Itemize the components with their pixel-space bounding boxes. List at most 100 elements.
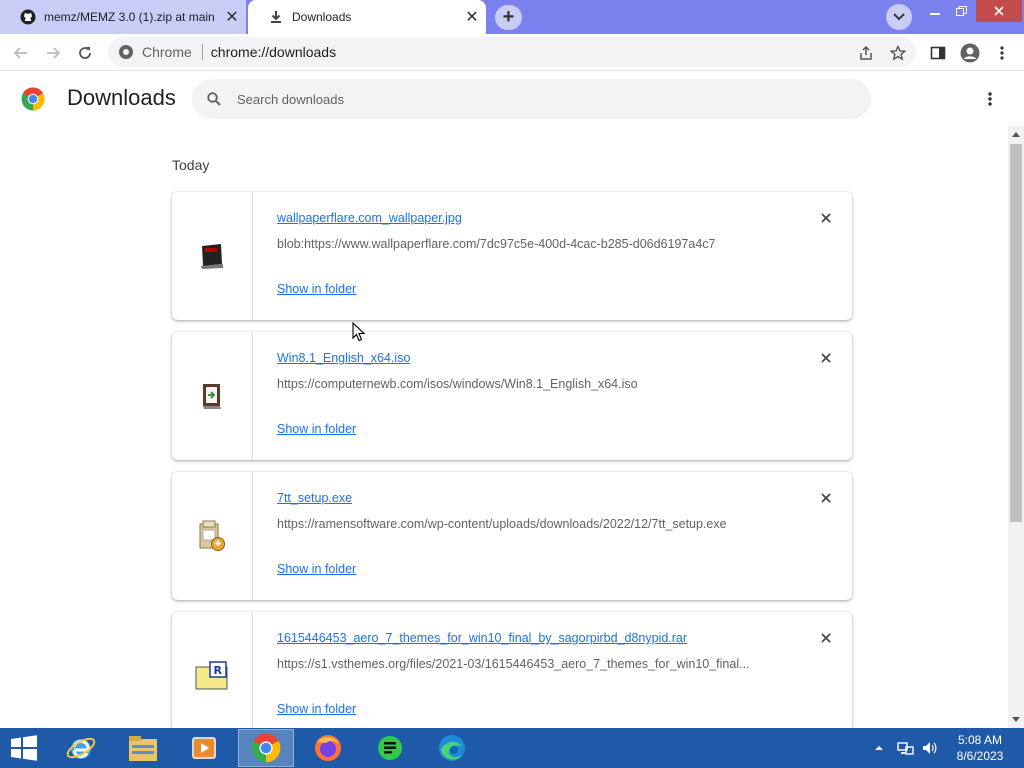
forward-arrow-icon [47, 47, 61, 59]
file-explorer-icon [129, 736, 157, 761]
scrollbar-thumb[interactable] [1010, 144, 1022, 522]
sheets-icon [378, 736, 402, 760]
download-source-url[interactable]: blob:https://www.wallpaperflare.com/7dc9… [277, 237, 715, 251]
close-icon [994, 6, 1004, 16]
omnibox-divider [201, 44, 203, 60]
iso-file-icon [203, 384, 221, 409]
file-icon-column [172, 332, 253, 460]
close-icon [821, 493, 831, 503]
file-icon-column [172, 472, 253, 600]
bookmark-button[interactable] [885, 40, 911, 66]
github-icon [20, 9, 36, 25]
clock-date: 8/6/2023 [956, 749, 1004, 763]
tab-downloads[interactable]: Downloads ✕ [248, 0, 486, 34]
rar-file-icon: R [195, 661, 228, 690]
internet-explorer-icon [66, 737, 96, 759]
restore-button[interactable] [946, 0, 976, 22]
back-button[interactable] [8, 40, 34, 66]
download-item: wallpaperflare.com_wallpaper.jpg blob:ht… [172, 192, 852, 320]
download-source-url[interactable]: https://computernewb.com/isos/windows/Wi… [277, 377, 638, 391]
back-arrow-icon [13, 47, 27, 59]
file-icon-column: R [172, 612, 253, 728]
taskbar-sheets[interactable] [362, 729, 418, 767]
show-in-folder-link[interactable]: Show in folder [277, 562, 356, 576]
download-filename-link[interactable]: Win8.1_English_x64.iso [277, 351, 410, 365]
chrome-logo-icon [21, 87, 45, 111]
tab-strip: memz/MEMZ 3.0 (1).zip at main ✕ Download… [0, 0, 1024, 34]
downloads-menu-button[interactable] [980, 88, 1000, 110]
jpg-file-icon [201, 244, 223, 269]
address-bar[interactable]: Chrome chrome://downloads [108, 37, 916, 67]
download-item: Win8.1_English_x64.iso https://computern… [172, 332, 852, 460]
speaker-icon [923, 742, 937, 754]
download-source-url[interactable]: https://s1.vsthemes.org/files/2021-03/16… [277, 657, 750, 671]
installer-file-icon [199, 520, 225, 551]
remove-download-button[interactable] [817, 209, 835, 227]
remove-download-button[interactable] [817, 629, 835, 647]
close-tab-icon[interactable]: ✕ [218, 7, 246, 27]
new-tab-button[interactable]: + [495, 5, 522, 30]
taskbar-firefox[interactable] [300, 729, 356, 767]
taskbar-clock[interactable]: 5:08 AM 8/6/2023 [946, 732, 1014, 764]
close-window-button[interactable] [976, 0, 1022, 22]
chrome-menu-button[interactable] [989, 40, 1015, 66]
show-in-folder-link[interactable]: Show in folder [277, 282, 356, 296]
close-tab-icon[interactable]: ✕ [458, 7, 486, 27]
search-icon [204, 89, 224, 109]
network-status[interactable] [897, 728, 915, 768]
media-player-icon [192, 737, 216, 759]
share-button[interactable] [853, 40, 879, 66]
search-input[interactable] [237, 91, 837, 107]
mouse-cursor-icon [352, 322, 366, 342]
volume-control[interactable] [921, 728, 937, 768]
search-downloads-field[interactable] [192, 79, 871, 119]
download-filename-link[interactable]: wallpaperflare.com_wallpaper.jpg [277, 211, 462, 225]
network-icon [897, 742, 914, 755]
profile-button[interactable] [957, 40, 983, 66]
windows-taskbar: 5:08 AM 8/6/2023 [0, 728, 1024, 768]
file-icon-column [172, 192, 253, 320]
remove-download-button[interactable] [817, 349, 835, 367]
taskbar-chrome[interactable] [238, 729, 294, 767]
download-filename-link[interactable]: 7tt_setup.exe [277, 491, 352, 505]
restore-icon [955, 6, 967, 16]
clock-time: 5:08 AM [957, 733, 1003, 747]
download-item: R 1615446453_aero_7_themes_for_win10_fin… [172, 612, 852, 728]
tab-search-button[interactable] [886, 4, 912, 30]
chrome-small-icon [119, 45, 133, 59]
show-in-folder-link[interactable]: Show in folder [277, 422, 356, 436]
remove-download-button[interactable] [817, 489, 835, 507]
chevron-up-icon [875, 746, 883, 750]
side-panel-button[interactable] [925, 40, 951, 66]
windows-logo-icon [11, 735, 37, 761]
taskbar-file-explorer[interactable] [115, 729, 171, 767]
browser-toolbar: Chrome chrome://downloads [0, 34, 1024, 71]
vertical-scrollbar[interactable] [1008, 126, 1024, 728]
firefox-icon [315, 735, 341, 761]
chevron-down-icon [893, 13, 905, 21]
download-source-url[interactable]: https://ramensoftware.com/wp-content/upl… [277, 517, 727, 531]
show-hidden-icons-button[interactable] [874, 728, 884, 768]
download-icon [268, 9, 284, 25]
taskbar-media-player[interactable] [176, 729, 232, 767]
start-button[interactable] [0, 729, 48, 767]
forward-button[interactable] [40, 40, 66, 66]
reload-button[interactable] [72, 40, 98, 66]
share-icon [860, 45, 872, 60]
reload-icon [79, 47, 91, 59]
kebab-menu-icon [988, 92, 992, 106]
scroll-up-arrow-icon[interactable] [1012, 132, 1020, 137]
show-in-folder-link[interactable]: Show in folder [277, 702, 356, 716]
scroll-down-arrow-icon[interactable] [1012, 717, 1020, 722]
tab-github[interactable]: memz/MEMZ 3.0 (1).zip at main ✕ [0, 0, 246, 34]
downloads-list: Today wallpaperflare.com_wallpaper.jpg b… [0, 126, 1008, 728]
kebab-menu-icon [1000, 46, 1004, 60]
downloads-header: Downloads [0, 72, 1024, 126]
download-filename-link[interactable]: 1615446453_aero_7_themes_for_win10_final… [277, 631, 687, 645]
url-text[interactable]: chrome://downloads [211, 44, 336, 60]
taskbar-edge[interactable] [424, 729, 480, 767]
site-info-chip[interactable]: Chrome [118, 44, 192, 60]
taskbar-internet-explorer[interactable] [53, 729, 109, 767]
side-panel-icon [930, 46, 946, 60]
tab-title: memz/MEMZ 3.0 (1).zip at main [44, 10, 215, 24]
